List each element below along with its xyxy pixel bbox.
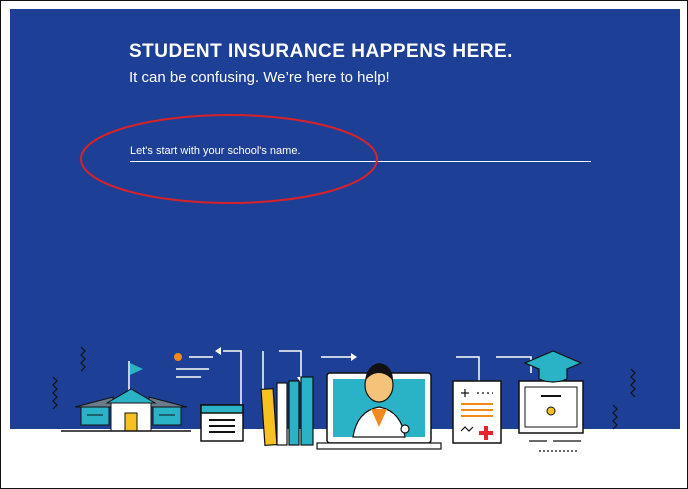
orange-dot-icon	[174, 353, 182, 361]
books-icon	[260, 376, 314, 446]
page-frame: STUDENT INSURANCE HAPPENS HERE. It can b…	[0, 0, 688, 489]
school-icon	[61, 361, 191, 432]
diploma-icon	[518, 350, 584, 452]
calendar-icon	[200, 404, 244, 442]
laptop-doctor-icon	[316, 363, 442, 450]
student-services-illustration	[52, 346, 636, 452]
medical-chart-icon	[452, 380, 502, 444]
